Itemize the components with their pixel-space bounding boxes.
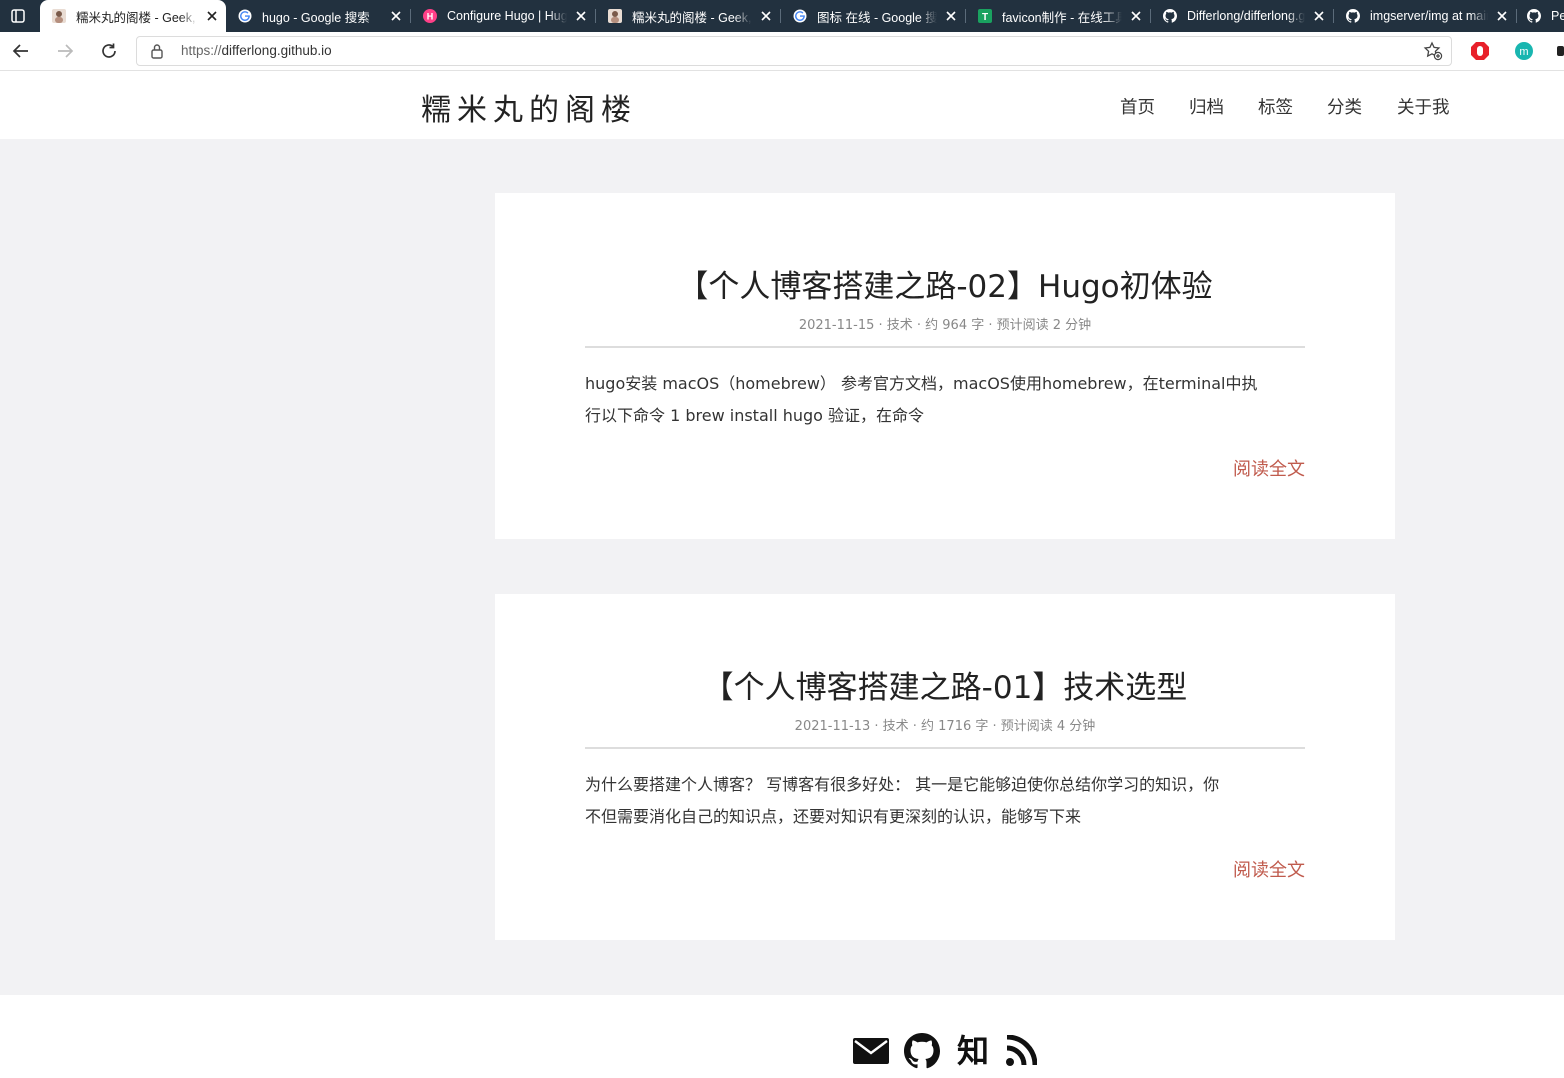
google-icon [238,9,252,23]
tab-title: 糯米丸的阁楼 - Geek, Creative [76,10,198,25]
url-scheme: https:// [181,43,222,58]
add-favorite-icon[interactable] [1423,41,1443,61]
tab-github-repo[interactable]: Differlong/differlong.github.io [1151,0,1333,32]
svg-text:T: T [982,12,988,23]
menu-item-categories[interactable]: 分类 [1327,94,1362,119]
reload-icon [102,43,116,58]
google-icon [793,9,807,23]
close-tab-icon[interactable] [567,0,595,32]
tab-title: favicon制作 - 在线工具 [1002,10,1122,25]
extension-icon-partial[interactable] [1556,41,1564,61]
tab-title: Pe [1551,9,1564,23]
lock-icon [151,44,163,59]
close-tab-icon[interactable] [1305,0,1333,32]
post-card: 【个人博客搭建之路-02】Hugo初体验 2021-11-15 · 技术 · 约… [495,193,1395,539]
post-title[interactable]: 【个人博客搭建之路-02】Hugo初体验 [495,261,1395,306]
url-host: differlong.github.io [221,43,332,58]
forward-arrow-icon [58,44,74,58]
zhihu-icon[interactable]: 知 [954,1031,992,1071]
tab-icon-search[interactable]: 图标 在线 - Google 搜索 [781,0,965,32]
post-card: 【个人博客搭建之路-01】技术选型 2021-11-13 · 技术 · 约 17… [495,594,1395,940]
browser-toolbar: https://differlong.github.io m [0,32,1564,71]
tab-title: Differlong/differlong.github.io [1187,9,1305,23]
address-bar[interactable]: https://differlong.github.io [136,36,1452,66]
close-tab-icon[interactable] [382,0,410,32]
post-meta: 2021-11-15 · 技术 · 约 964 字 · 预计阅读 2 分钟 [798,318,1092,333]
tab-imgserver[interactable]: imgserver/img at main [1334,0,1516,32]
tab-title: 糯米丸的阁楼 - Geek, Creative [632,10,752,25]
tool-icon: T [978,9,992,23]
reload-button[interactable] [93,35,125,67]
read-more-link[interactable]: 阅读全文 [1233,856,1305,882]
rss-icon[interactable] [1004,1031,1038,1071]
tab-hugo-search[interactable]: hugo - Google 搜索 [226,0,410,32]
post-summary-line: 不但需要消化自己的知识点，还要对知识有更深刻的认识，能够写下来 [585,807,1082,826]
adblock-extension-icon[interactable] [1470,41,1490,61]
menu-item-about[interactable]: 关于我 [1397,94,1450,119]
post-summary: hugo安装 macOS（homebrew） 参考官方文档，macOS使用hom… [585,368,1305,432]
post-title[interactable]: 【个人博客搭建之路-01】技术选型 [495,662,1395,707]
url-text: https://differlong.github.io [181,43,332,58]
back-button[interactable] [5,35,37,67]
avatar-icon [608,9,622,23]
menu-item-home[interactable]: 首页 [1120,94,1155,119]
hugo-icon: H [423,9,437,23]
post-meta: 2021-11-13 · 技术 · 约 1716 字 · 预计阅读 4 分钟 [794,719,1096,734]
close-tab-icon[interactable] [1122,0,1150,32]
tab-actions-icon [11,9,25,23]
tab-title: imgserver/img at main [1370,9,1488,23]
m-extension-icon[interactable]: m [1514,41,1534,61]
tab-title: hugo - Google 搜索 [262,10,370,25]
tab-blog-active[interactable]: 糯米丸的阁楼 - Geek, Creative [40,0,226,32]
post-divider [585,346,1305,348]
read-more-link[interactable]: 阅读全文 [1233,455,1305,481]
github-icon [1346,9,1360,23]
post-summary-line: 为什么要搭建个人博客？ 写博客有很多好处： 其一是它能够迫使你总结你学习的知识，… [585,775,1220,794]
github-icon [1527,9,1541,23]
tab-title: 图标 在线 - Google 搜索 [817,10,937,25]
avatar-icon [52,9,66,23]
tab-actions-button[interactable] [0,0,36,32]
svg-text:m: m [1519,46,1528,58]
github-icon[interactable] [903,1031,941,1071]
close-tab-icon[interactable] [937,0,965,32]
post-divider [585,747,1305,749]
post-summary-line: hugo安装 macOS（homebrew） 参考官方文档，macOS使用hom… [585,374,1258,393]
zhihu-glyph: 知 [956,1032,989,1070]
tab-configure-hugo[interactable]: H Configure Hugo | Hugo [411,0,595,32]
svg-text:H: H [427,12,434,22]
post-summary: 为什么要搭建个人博客？ 写博客有很多好处： 其一是它能够迫使你总结你学习的知识，… [585,769,1305,833]
tab-blog-duplicate[interactable]: 糯米丸的阁楼 - Geek, Creative [596,0,780,32]
menu-item-tags[interactable]: 标签 [1258,94,1293,119]
mail-icon[interactable] [852,1031,890,1071]
post-summary-line: 行以下命令 1 brew install hugo 验证，在命令 [585,406,925,425]
close-tab-icon[interactable] [198,0,226,32]
browser-tab-strip: 糯米丸的阁楼 - Geek, Creative hugo - Google 搜索… [0,0,1564,32]
site-header: 糯米丸的阁楼 首页 归档 标签 分类 关于我 [0,71,1564,139]
site-title[interactable]: 糯米丸的阁楼 [421,85,637,129]
menu-item-archives[interactable]: 归档 [1189,94,1224,119]
tab-favicon-tool[interactable]: T favicon制作 - 在线工具 [966,0,1150,32]
tab-title: Configure Hugo | Hugo [447,9,567,23]
site-footer: 知 [0,995,1564,1078]
back-arrow-icon [12,44,28,58]
github-icon [1163,9,1177,23]
close-tab-icon[interactable] [752,0,780,32]
forward-button[interactable] [49,35,81,67]
close-tab-icon[interactable] [1488,0,1516,32]
tab-partial[interactable]: Pe [1517,0,1564,32]
